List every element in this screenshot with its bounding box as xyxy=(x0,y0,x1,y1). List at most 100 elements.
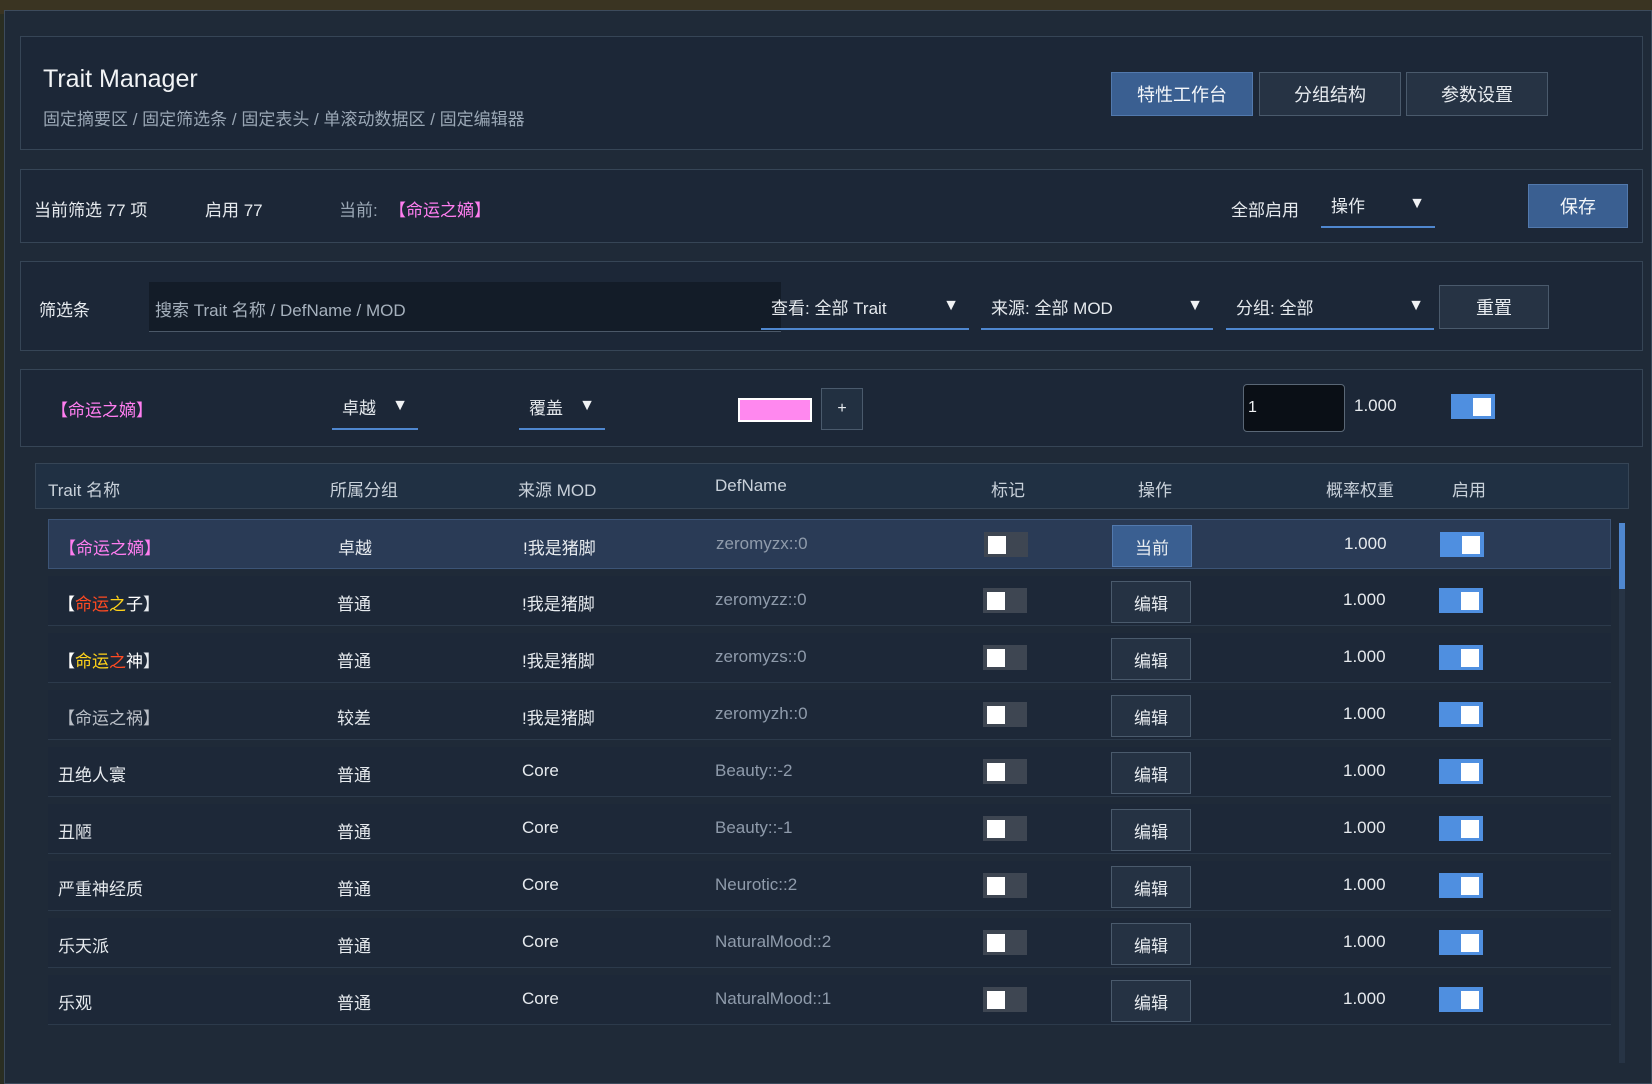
trait-defname: NaturalMood::1 xyxy=(715,989,832,1008)
chevron-down-icon: ▼ xyxy=(1187,297,1203,314)
add-button[interactable]: + xyxy=(821,388,863,430)
mark-toggle[interactable] xyxy=(984,532,1028,557)
trait-defname: zeromyzs::0 xyxy=(715,647,807,666)
trait-group: 卓越 xyxy=(338,539,372,558)
toggle-knob xyxy=(1461,649,1479,667)
col-defname[interactable]: DefName xyxy=(715,476,787,496)
name-segment: 之 xyxy=(109,652,126,671)
trait-defname: Beauty::-2 xyxy=(715,761,793,780)
trait-manager-window: Trait Manager 固定摘要区 / 固定筛选条 / 固定表头 / 单滚动… xyxy=(4,10,1652,1084)
table-row[interactable]: 丑绝人寰 普通 Core Beauty::-2 编辑 1.000 xyxy=(48,747,1611,797)
weight-input[interactable]: 1 xyxy=(1243,384,1345,432)
col-trait-name[interactable]: Trait 名称 xyxy=(48,476,120,501)
mode-dropdown[interactable]: 覆盖 ▼ xyxy=(519,384,605,430)
tab-trait-workbench[interactable]: 特性工作台 xyxy=(1111,72,1253,116)
edit-button[interactable]: 编辑 xyxy=(1111,866,1191,908)
edit-button[interactable]: 编辑 xyxy=(1111,980,1191,1022)
trait-name: 严重神经质 xyxy=(58,880,143,899)
operation-dropdown[interactable]: 操作 ▼ xyxy=(1321,182,1435,228)
edit-button[interactable]: 编辑 xyxy=(1111,581,1191,623)
search-input[interactable]: 搜索 Trait 名称 / DefName / MOD xyxy=(149,282,781,332)
mark-toggle[interactable] xyxy=(983,702,1027,727)
reset-button[interactable]: 重置 xyxy=(1439,285,1549,329)
trait-name: 丑绝人寰 xyxy=(58,766,126,785)
edit-button[interactable]: 编辑 xyxy=(1111,923,1191,965)
rarity-dropdown[interactable]: 卓越 ▼ xyxy=(332,384,418,430)
edit-button[interactable]: 编辑 xyxy=(1111,809,1191,851)
mark-toggle[interactable] xyxy=(983,588,1027,613)
table-row[interactable]: 【命运之子】 普通 !我是猪脚 zeromyzz::0 编辑 1.000 xyxy=(48,576,1611,626)
enable-toggle[interactable] xyxy=(1439,930,1483,955)
col-enabled[interactable]: 启用 xyxy=(1452,476,1486,501)
toggle-knob xyxy=(987,706,1005,724)
mark-toggle[interactable] xyxy=(983,930,1027,955)
table-row[interactable]: 【命运之嫡】 卓越 !我是猪脚 zeromyzx::0 当前 1.000 xyxy=(48,519,1611,569)
col-group[interactable]: 所属分组 xyxy=(330,476,398,501)
color-swatch[interactable] xyxy=(738,398,812,422)
table-row[interactable]: 严重神经质 普通 Core Neurotic::2 编辑 1.000 xyxy=(48,861,1611,911)
save-button[interactable]: 保存 xyxy=(1528,184,1628,228)
enable-toggle[interactable] xyxy=(1439,987,1483,1012)
table-row[interactable]: 乐观 普通 Core NaturalMood::1 编辑 1.000 xyxy=(48,975,1611,1025)
table-row[interactable]: 【命运之神】 普通 !我是猪脚 zeromyzs::0 编辑 1.000 xyxy=(48,633,1611,683)
tab-parameter-settings[interactable]: 参数设置 xyxy=(1406,72,1548,116)
col-action[interactable]: 操作 xyxy=(1138,476,1172,501)
trait-group: 普通 xyxy=(337,595,371,614)
col-weight[interactable]: 概率权重 xyxy=(1326,476,1394,501)
enable-toggle[interactable] xyxy=(1439,759,1483,784)
enable-toggle[interactable] xyxy=(1439,645,1483,670)
source-dropdown[interactable]: 来源: 全部 MOD ▼ xyxy=(981,284,1213,330)
trait-name: 【命运之祸】 xyxy=(58,709,160,728)
table-row[interactable]: 丑陋 普通 Core Beauty::-1 编辑 1.000 xyxy=(48,804,1611,854)
toggle-knob xyxy=(988,536,1006,554)
mark-toggle[interactable] xyxy=(983,645,1027,670)
mark-toggle[interactable] xyxy=(983,816,1027,841)
trait-weight: 1.000 xyxy=(1343,989,1386,1008)
table-row[interactable]: 【命运之祸】 较差 !我是猪脚 zeromyzh::0 编辑 1.000 xyxy=(48,690,1611,740)
name-segment: 命运 xyxy=(75,595,109,614)
enable-all-link[interactable]: 全部启用 xyxy=(1231,196,1299,221)
toggle-knob xyxy=(987,934,1005,952)
trait-weight: 1.000 xyxy=(1343,761,1386,780)
col-mark[interactable]: 标记 xyxy=(991,476,1025,501)
col-source-mod[interactable]: 来源 MOD xyxy=(518,476,596,501)
edit-button[interactable]: 编辑 xyxy=(1111,638,1191,680)
scrollbar-thumb[interactable] xyxy=(1619,523,1625,589)
view-dropdown[interactable]: 查看: 全部 Trait ▼ xyxy=(761,284,969,330)
name-segment: 【 xyxy=(58,595,75,614)
mark-toggle[interactable] xyxy=(983,873,1027,898)
name-segment: 之 xyxy=(109,595,126,614)
enable-toggle[interactable] xyxy=(1439,816,1483,841)
editor-enable-toggle[interactable] xyxy=(1451,394,1495,419)
name-segment: 【 xyxy=(58,652,75,671)
mark-toggle[interactable] xyxy=(983,759,1027,784)
filtered-count: 当前筛选 77 项 xyxy=(34,201,148,220)
enable-toggle[interactable] xyxy=(1440,532,1484,557)
name-segment: 子 xyxy=(126,595,143,614)
scrollbar[interactable] xyxy=(1619,523,1625,1063)
trait-weight: 1.000 xyxy=(1343,647,1386,666)
trait-defname: Beauty::-1 xyxy=(715,818,793,837)
enable-toggle[interactable] xyxy=(1439,588,1483,613)
trait-defname: zeromyzh::0 xyxy=(715,704,808,723)
trait-weight: 1.000 xyxy=(1343,590,1386,609)
toggle-knob xyxy=(987,592,1005,610)
toggle-knob xyxy=(1473,398,1491,416)
trait-name: 乐观 xyxy=(58,994,92,1013)
toggle-knob xyxy=(1461,877,1479,895)
table-row[interactable]: 乐天派 普通 Core NaturalMood::2 编辑 1.000 xyxy=(48,918,1611,968)
trait-source-mod: Core xyxy=(522,932,559,951)
group-dropdown[interactable]: 分组: 全部 ▼ xyxy=(1226,284,1434,330)
current-button[interactable]: 当前 xyxy=(1112,525,1192,567)
trait-name: 【命运之子】 xyxy=(58,595,160,614)
enable-toggle[interactable] xyxy=(1439,873,1483,898)
toggle-knob xyxy=(1461,763,1479,781)
group-dropdown-value: 分组: 全部 xyxy=(1236,298,1314,318)
mark-toggle[interactable] xyxy=(983,987,1027,1012)
enable-toggle[interactable] xyxy=(1439,702,1483,727)
edit-button[interactable]: 编辑 xyxy=(1111,752,1191,794)
chevron-down-icon: ▼ xyxy=(579,397,595,414)
tab-group-structure[interactable]: 分组结构 xyxy=(1259,72,1401,116)
name-segment: 神 xyxy=(126,652,143,671)
edit-button[interactable]: 编辑 xyxy=(1111,695,1191,737)
